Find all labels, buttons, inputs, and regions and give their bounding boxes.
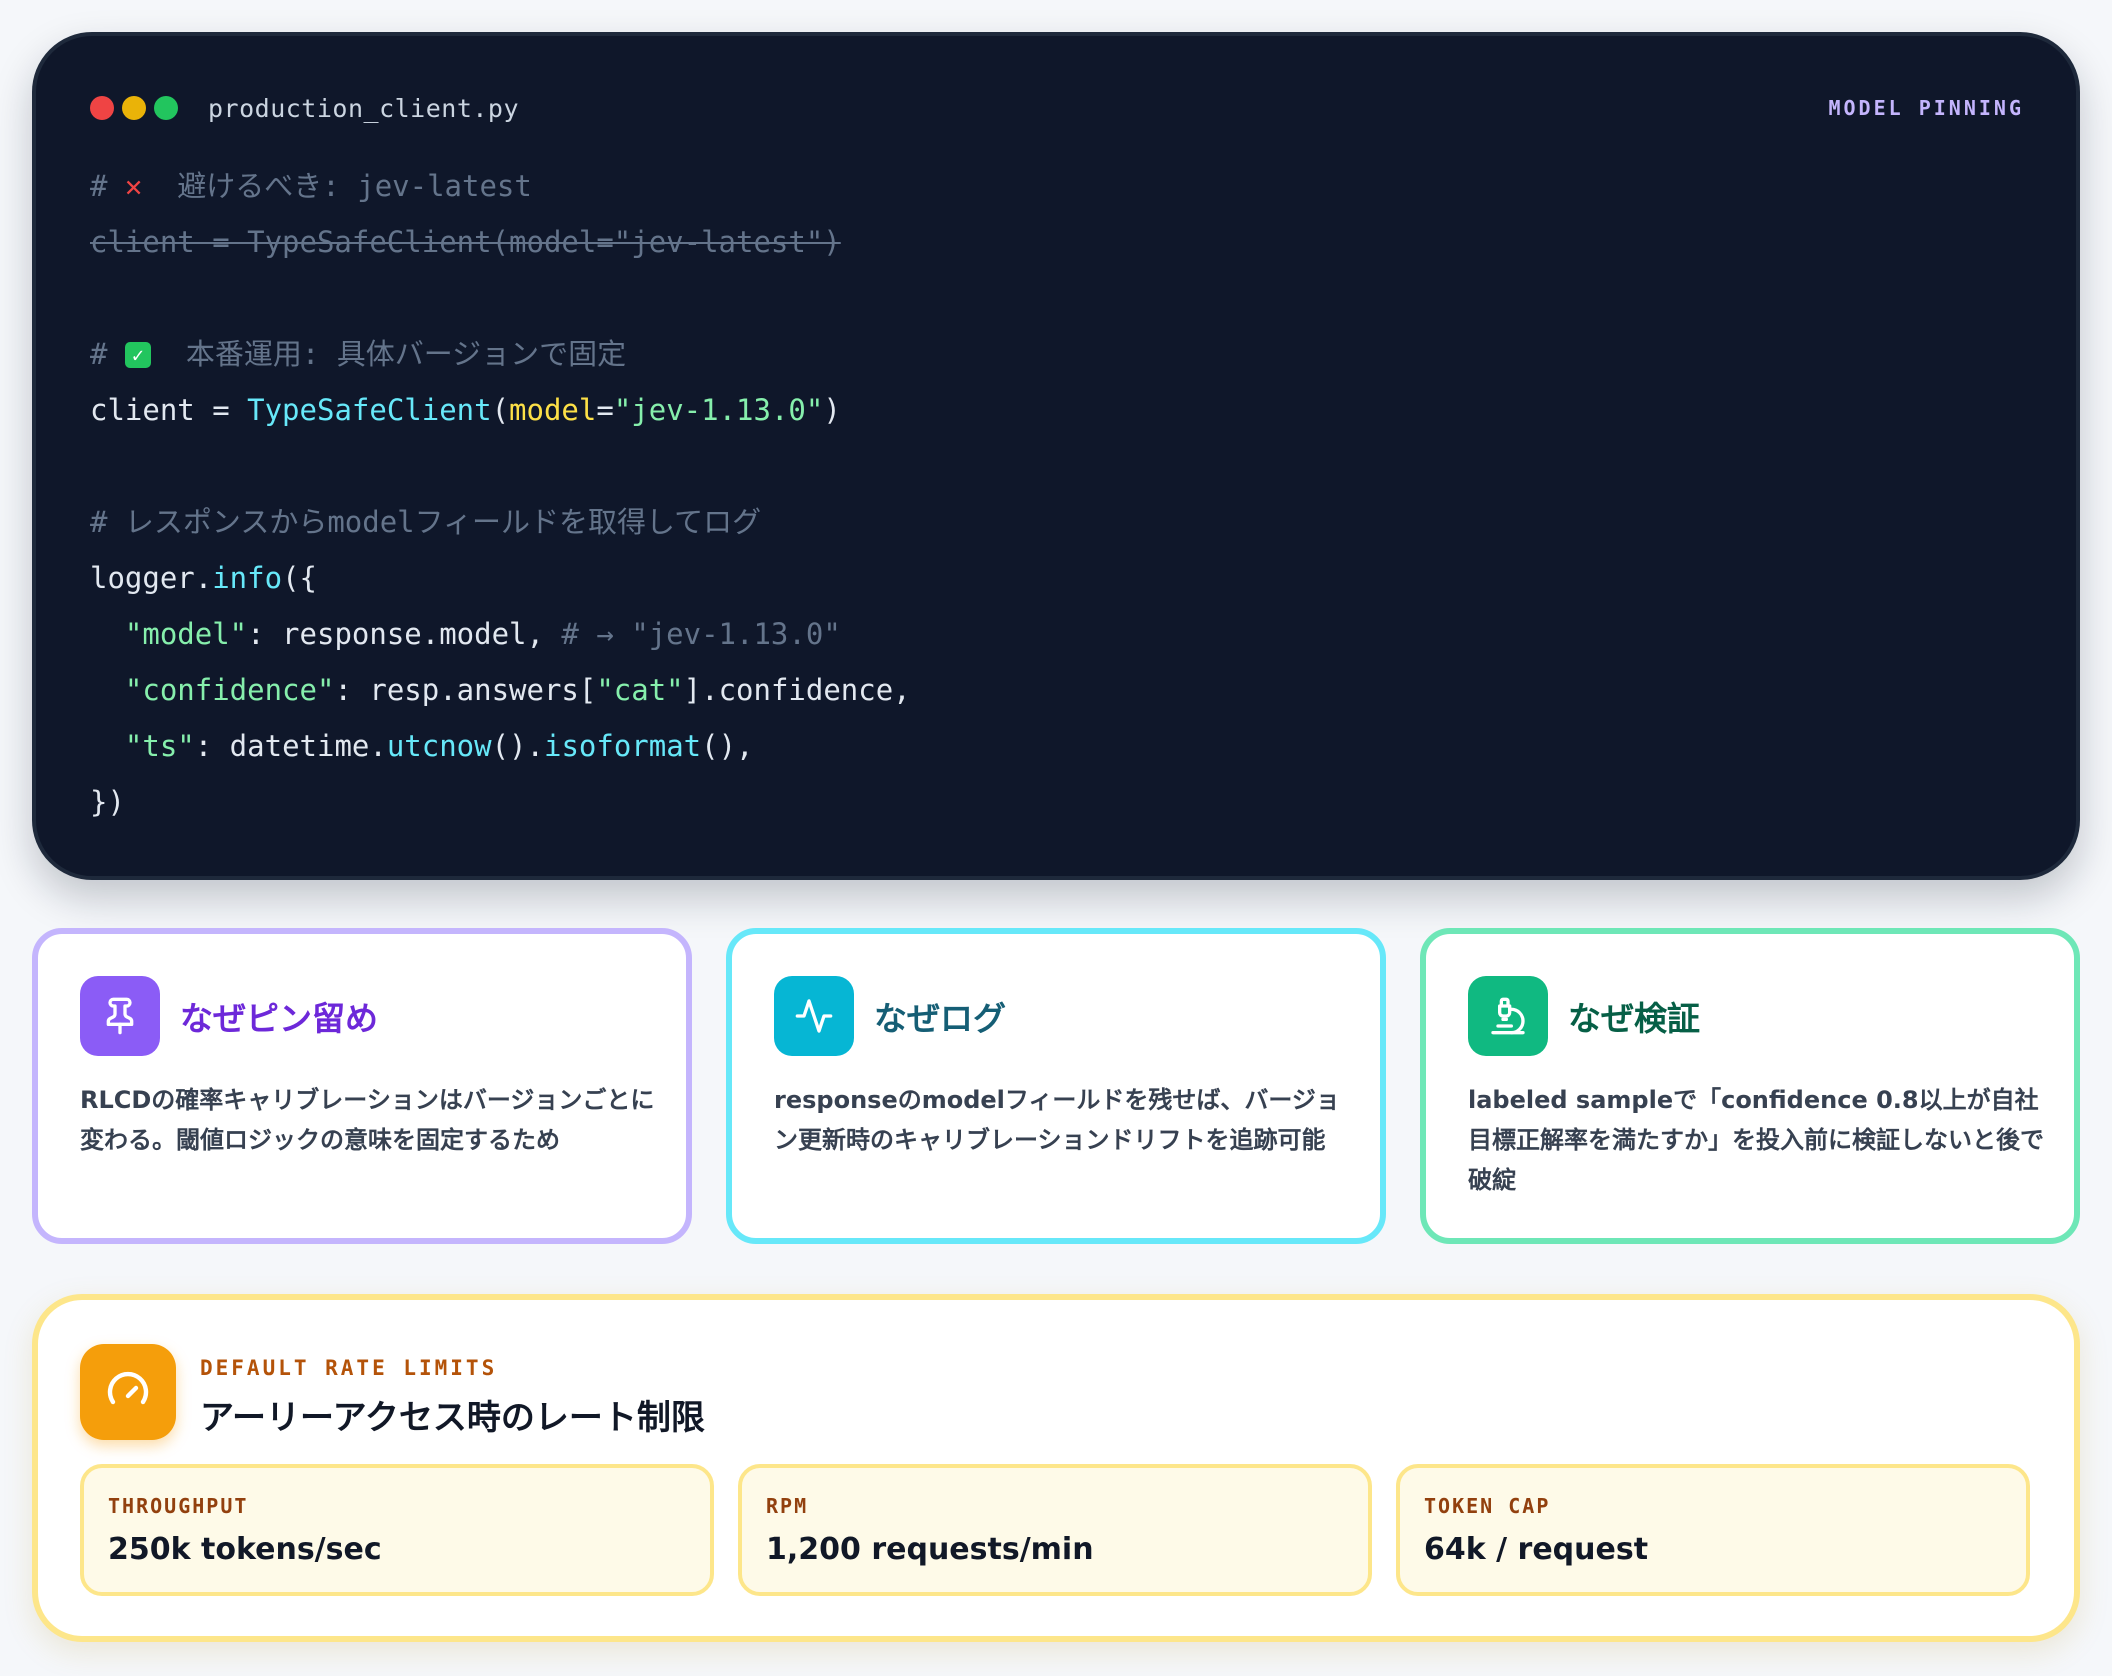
code-line: # ✕ 避けるべき: jev-latest	[90, 169, 532, 203]
code-block: # ✕ 避けるべき: jev-latest client = TypeSafeC…	[90, 158, 911, 830]
limit-label: RPM	[766, 1494, 809, 1518]
model-pinning-badge: MODEL PINNING	[1828, 96, 2024, 120]
limit-label: THROUGHPUT	[108, 1494, 249, 1518]
rate-limits-card: DEFAULT RATE LIMITS アーリーアクセス時のレート制限 THRO…	[32, 1294, 2080, 1642]
minimize-dot[interactable]	[122, 96, 146, 120]
code-line: logger.info({	[90, 561, 317, 595]
microscope-icon	[1468, 976, 1548, 1056]
limit-token-cap: TOKEN CAP 64k / request	[1396, 1464, 2030, 1596]
rate-limits-eyebrow: DEFAULT RATE LIMITS	[200, 1356, 498, 1380]
reason-title: なぜログ	[874, 999, 1006, 1038]
reason-card-validation: なぜ検証 labeled sampleで「confidence 0.8以上が自社…	[1420, 928, 2080, 1244]
reason-title: なぜピン留め	[180, 999, 378, 1038]
gauge-icon	[80, 1344, 176, 1440]
limit-throughput: THROUGHPUT 250k tokens/sec	[80, 1464, 714, 1596]
reason-body: responseのmodelフィールドを残せば、バージョン更新時のキャリブレーシ…	[774, 1086, 1340, 1154]
code-line: })	[90, 785, 125, 819]
code-line: # レスポンスからmodelフィールドを取得してログ	[90, 505, 762, 539]
reason-body: labeled sampleで「confidence 0.8以上が自社目標正解率…	[1468, 1086, 2044, 1194]
limit-value: 64k / request	[1424, 1532, 1649, 1567]
code-line: # ✓ 本番運用: 具体バージョンで固定	[90, 337, 627, 371]
reason-title: なぜ検証	[1568, 999, 1700, 1038]
reason-body: RLCDの確率キャリブレーションはバージョンごとに変わる。閾値ロジックの意味を固…	[80, 1086, 655, 1154]
limit-label: TOKEN CAP	[1424, 1494, 1551, 1518]
maximize-dot[interactable]	[154, 96, 178, 120]
check-icon: ✓	[124, 342, 151, 368]
limit-value: 1,200 requests/min	[766, 1532, 1094, 1567]
reason-card-pinning: なぜピン留め RLCDの確率キャリブレーションはバージョンごとに変わる。閾値ロジ…	[32, 928, 692, 1244]
limit-rpm: RPM 1,200 requests/min	[738, 1464, 1372, 1596]
code-line: "ts": datetime.utcnow().isoformat(),	[124, 729, 754, 763]
pin-icon	[80, 976, 160, 1056]
code-panel: production_client.py MODEL PINNING # ✕ 避…	[32, 32, 2080, 880]
filename: production_client.py	[208, 94, 520, 123]
cross-icon: ✕	[124, 169, 143, 203]
code-line-deprecated: client = TypeSafeClient(model="jev-lates…	[90, 225, 841, 259]
reason-card-logging: なぜログ responseのmodelフィールドを残せば、バージョン更新時のキャ…	[726, 928, 1386, 1244]
close-dot[interactable]	[90, 96, 114, 120]
window-controls	[90, 96, 178, 120]
code-line: "confidence": resp.answers["cat"].confid…	[124, 673, 911, 707]
rate-limits-title: アーリーアクセス時のレート制限	[200, 1398, 705, 1438]
code-line: "model": response.model, # → "jev-1.13.0…	[124, 617, 841, 651]
code-line: client = TypeSafeClient(model="jev-1.13.…	[90, 393, 841, 427]
activity-icon	[774, 976, 854, 1056]
limit-value: 250k tokens/sec	[108, 1532, 382, 1567]
